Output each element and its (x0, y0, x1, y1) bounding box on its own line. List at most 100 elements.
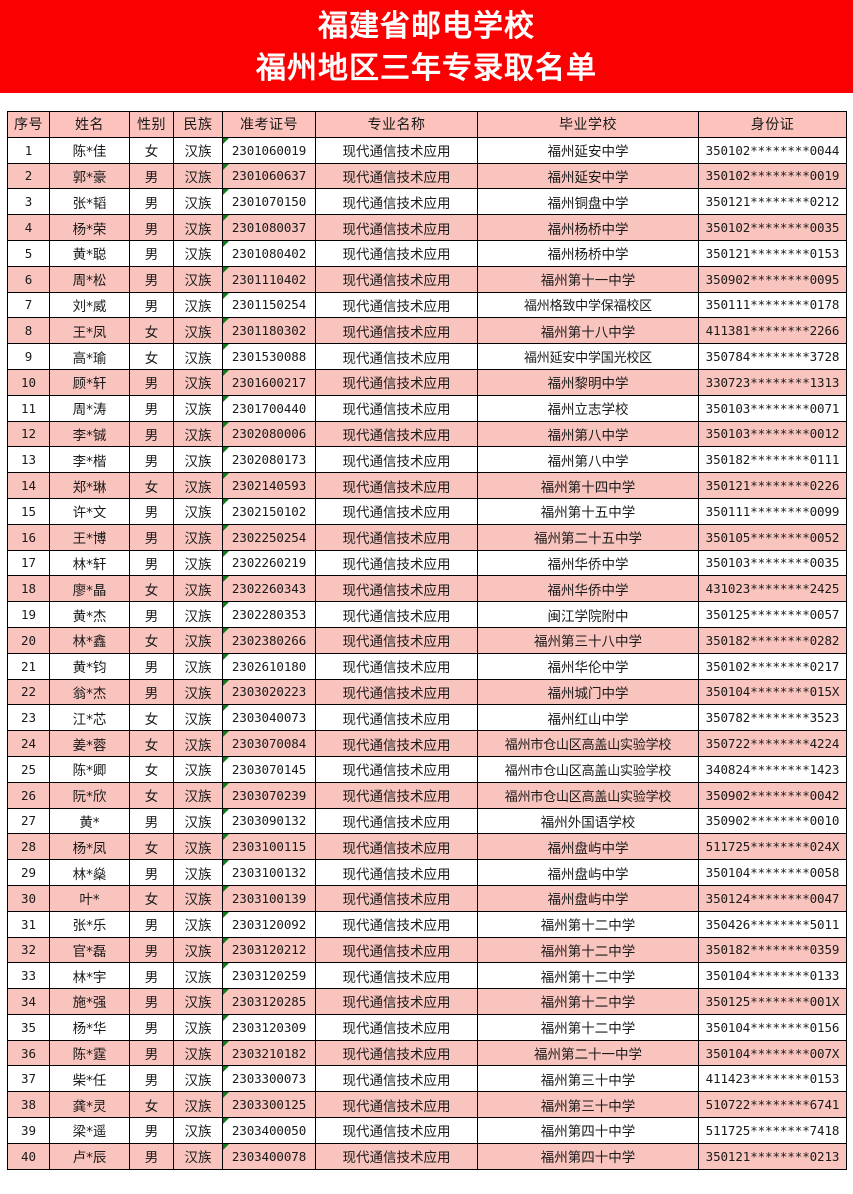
cell-school: 福州第十二中学 (477, 910, 699, 938)
cell-exam-number: 2301060637 (222, 162, 316, 190)
cell-major: 现代通信技术应用 (315, 807, 478, 835)
cell-id-number: 431023********2425 (698, 575, 847, 603)
cell-school: 福州华伦中学 (477, 652, 699, 680)
cell-seq: 35 (7, 1013, 50, 1041)
cell-name: 卢*辰 (49, 1142, 130, 1170)
cell-school: 福州格致中学保福校区 (477, 291, 699, 319)
cell-seq: 12 (7, 420, 50, 448)
cell-exam-number: 2301080037 (222, 214, 316, 241)
cell-exam-number: 2303120285 (222, 988, 316, 1015)
cell-name: 周*松 (49, 265, 130, 293)
table-row: 15 许*文男汉族 2302150102 现代通信技术应用 福州第十五中学 350111*… (7, 497, 847, 525)
cell-major: 现代通信技术应用 (315, 781, 478, 809)
cell-seq: 34 (7, 988, 50, 1015)
cell-exam-number: 2301060019 (222, 136, 316, 164)
cell-sex: 男 (129, 394, 174, 422)
cell-sex: 男 (129, 265, 174, 293)
cell-name: 官*磊 (49, 936, 130, 964)
cell-sex: 男 (129, 601, 174, 628)
cell-ethnicity: 汉族 (173, 781, 223, 809)
cell-name: 杨*荣 (49, 214, 130, 241)
cell-exam-number: 2303020223 (222, 678, 316, 706)
cell-major: 现代通信技术应用 (315, 394, 478, 422)
cell-ethnicity: 汉族 (173, 730, 223, 757)
cell-sex: 男 (129, 446, 174, 474)
column-header-seq: 序号 (7, 111, 50, 138)
cell-id-number: 350104********007X (698, 1039, 847, 1067)
cell-seq: 30 (7, 884, 50, 912)
cell-seq: 11 (7, 394, 50, 422)
cell-major: 现代通信技术应用 (315, 291, 478, 319)
cell-seq: 36 (7, 1039, 50, 1067)
cell-school: 福州城门中学 (477, 678, 699, 706)
cell-seq: 3 (7, 188, 50, 216)
cell-name: 王*凤 (49, 317, 130, 345)
cell-major: 现代通信技术应用 (315, 704, 478, 732)
cell-id-number: 411381********2266 (698, 317, 847, 345)
cell-seq: 18 (7, 575, 50, 603)
cell-school: 福州第三十中学 (477, 1065, 699, 1093)
cell-ethnicity: 汉族 (173, 188, 223, 216)
cell-exam-number: 2301600217 (222, 368, 316, 396)
cell-school: 福州第十二中学 (477, 936, 699, 964)
cell-id-number: 330723********1313 (698, 368, 847, 396)
cell-sex: 男 (129, 807, 174, 835)
cell-name: 林*宇 (49, 962, 130, 990)
cell-seq: 28 (7, 833, 50, 861)
cell-name: 王*博 (49, 523, 130, 551)
cell-ethnicity: 汉族 (173, 1091, 223, 1119)
cell-school: 福州华侨中学 (477, 549, 699, 577)
cell-id-number: 350104********015X (698, 678, 847, 706)
cell-major: 现代通信技术应用 (315, 755, 478, 783)
table-row: 4 杨*荣男汉族 2301080037 现代通信技术应用 福州杨桥中学 350102***… (7, 214, 847, 241)
cell-major: 现代通信技术应用 (315, 962, 478, 990)
cell-school: 福州第八中学 (477, 446, 699, 474)
table-header-row: 序号 姓名 性别 民族 准考证号 专业名称 毕业学校 身份证 (7, 111, 847, 138)
cell-seq: 20 (7, 626, 50, 654)
cell-exam-number: 2302610180 (222, 652, 316, 680)
table-row: 13 李*楷男汉族 2302080173 现代通信技术应用 福州第八中学 350182**… (7, 446, 847, 474)
cell-ethnicity: 汉族 (173, 859, 223, 886)
cell-id-number: 350125********001X (698, 988, 847, 1015)
cell-sex: 男 (129, 652, 174, 680)
table-row: 34 施*强男汉族 2303120285 现代通信技术应用 福州第十二中学 350125*… (7, 988, 847, 1015)
cell-seq: 16 (7, 523, 50, 551)
cell-ethnicity: 汉族 (173, 317, 223, 345)
table-row: 12 李*铖男汉族 2302080006 现代通信技术应用 福州第八中学 350103**… (7, 420, 847, 448)
cell-major: 现代通信技术应用 (315, 988, 478, 1015)
cell-sex: 男 (129, 162, 174, 190)
cell-exam-number: 2303090132 (222, 807, 316, 835)
banner-spacer (0, 93, 853, 111)
cell-id-number: 350902********0042 (698, 781, 847, 809)
table-row: 5 黄*聪男汉族 2301080402 现代通信技术应用 福州杨桥中学 350121***… (7, 239, 847, 267)
cell-sex: 女 (129, 755, 174, 783)
cell-exam-number: 2302380266 (222, 626, 316, 654)
cell-id-number: 350104********0133 (698, 962, 847, 990)
cell-seq: 8 (7, 317, 50, 345)
cell-id-number: 350124********0047 (698, 884, 847, 912)
table-row: 2 郭*豪男汉族 2301060637 现代通信技术应用 福州延安中学 350102***… (7, 162, 847, 190)
cell-seq: 15 (7, 497, 50, 525)
cell-exam-number: 2301180302 (222, 317, 316, 345)
cell-sex: 女 (129, 343, 174, 370)
cell-seq: 25 (7, 755, 50, 783)
cell-school: 福州盘屿中学 (477, 859, 699, 886)
cell-id-number: 350121********0153 (698, 239, 847, 267)
cell-school: 福州外国语学校 (477, 807, 699, 835)
cell-sex: 女 (129, 626, 174, 654)
cell-school: 福州延安中学 (477, 162, 699, 190)
cell-id-number: 350782********3523 (698, 704, 847, 732)
cell-sex: 男 (129, 859, 174, 886)
table-row: 28 杨*凤女汉族 2303100115 现代通信技术应用 福州盘屿中学 511725**… (7, 833, 847, 861)
cell-id-number: 350722********4224 (698, 730, 847, 757)
table-row: 21 黄*钧男汉族 2302610180 现代通信技术应用 福州华伦中学 350102**… (7, 652, 847, 680)
roster-table-container: 序号 姓名 性别 民族 准考证号 专业名称 毕业学校 身份证 1 陈*佳女汉族 23… (0, 111, 853, 1170)
column-header-ethnicity: 民族 (173, 111, 223, 138)
cell-sex: 男 (129, 1039, 174, 1067)
cell-exam-number: 2303120092 (222, 910, 316, 938)
cell-sex: 女 (129, 472, 174, 499)
cell-name: 黄*钧 (49, 652, 130, 680)
cell-sex: 女 (129, 730, 174, 757)
cell-id-number: 350103********0035 (698, 549, 847, 577)
cell-school: 福州第十二中学 (477, 988, 699, 1015)
